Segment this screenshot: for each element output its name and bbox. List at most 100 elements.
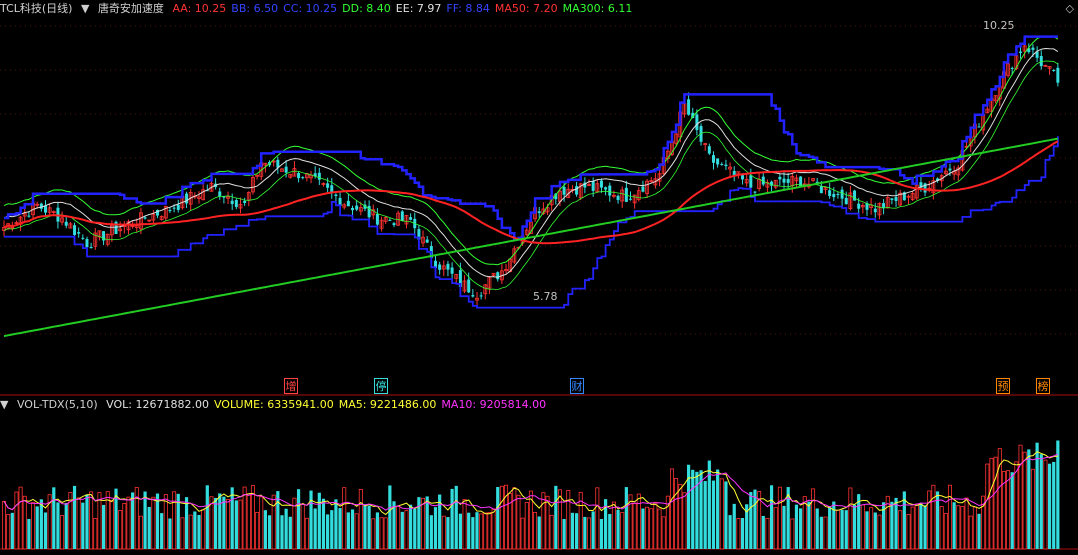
event-tag[interactable]: 预 [996,378,1010,394]
volume-bar [483,512,488,550]
volume-bar [728,515,732,549]
volume-bar [230,487,234,549]
volume-bar [782,505,786,549]
candle-body [400,211,404,221]
volume-bar [761,515,765,549]
candle-body [857,203,861,209]
volume-bar [749,492,753,549]
volume-bar [22,495,27,550]
candle-body [890,198,894,200]
volume-bar [18,486,23,550]
volume-bar [218,493,222,549]
volume-bar [238,499,243,550]
volume-bar [14,491,19,550]
volume-header: ▼ VOL-TDX(5,10) VOL: 12671882.00 VOLUME: … [0,396,556,413]
event-tag[interactable]: 停 [374,378,388,394]
candle-body [1056,67,1060,83]
volume-bar [404,510,409,550]
volume-bar [1014,461,1019,550]
volume-bar [10,512,14,549]
volume-bar [413,508,417,549]
candle-body [873,208,877,213]
candle-body [284,166,288,173]
volume-bar [409,504,413,549]
volume-bar [367,505,371,549]
indicator-params: AA: 10.25 BB: 6.50 CC: 10.25 DD: 8.40 EE: 7.… [172,2,637,15]
candle-body [732,170,736,175]
volume-bar [168,518,172,549]
volume-bar [138,515,143,550]
volume-indicator-name[interactable]: VOL-TDX(5,10) [17,398,98,411]
volume-bar [276,491,280,549]
candle-body [388,219,392,221]
volume-bar [288,516,292,549]
candle-body [1031,47,1035,50]
candle-body [1010,67,1014,69]
volume-bar [537,516,541,549]
volume-bar [919,503,923,549]
volume-bar [126,496,131,550]
volume-ma5-line [3,451,1058,516]
volume-bar [993,456,998,550]
volume-bar [214,497,218,549]
volume-bar [321,498,326,549]
volume-param: VOL: 12671882.00 [106,398,209,411]
indicator-name[interactable]: 唐奇安加速度 [98,2,164,15]
candle-body [438,264,442,270]
chart-canvas[interactable]: 10.25 5.78 [0,0,1078,555]
volume-bar [865,511,869,549]
event-tag[interactable]: 榜 [1036,378,1050,394]
candle-body [375,213,379,225]
indicator-lines [3,35,1059,338]
volume-bar [753,489,757,549]
volume-bar [338,508,342,549]
candle-body [450,267,454,274]
volume-bar [180,517,185,550]
volume-bar [39,499,43,549]
volume-bar [956,505,961,550]
event-tag[interactable]: 增 [284,378,298,394]
volume-bar [554,485,558,549]
volume-bar [188,514,193,550]
candle-body [604,187,608,190]
volume-bar [545,495,550,550]
low-price-label: 5.78 [533,290,558,303]
volume-bar [358,488,363,550]
volume-bar [815,508,819,549]
stock-label[interactable]: TCL科技(日线) [0,2,72,15]
volume-bar [342,487,347,550]
volume-bar [823,516,828,550]
volume-bar [1056,440,1060,549]
candle-body [778,176,782,180]
volume-bar [396,506,401,550]
volume-bar [516,494,521,550]
volume-bar [873,512,877,549]
indicator-param: CC: 10.25 [283,2,338,15]
volume-bar [860,504,865,550]
volume-bar [234,500,238,549]
candle-body [73,225,77,236]
volume-param: MA5: 9221486.00 [338,398,437,411]
volume-bar [43,512,48,549]
volume-bar [109,499,114,550]
volume-bar [989,457,994,550]
volume-bar [417,497,421,549]
candle-body [409,217,413,220]
volume-bar [524,502,529,550]
volume-bar [811,488,816,550]
chevron-down-icon[interactable]: ▼ [81,2,89,15]
volume-bar [807,501,811,549]
volume-bar [479,513,484,550]
volume-bar [1030,468,1035,550]
volume-bar [375,512,380,549]
indicator-param: EE: 7.97 [395,2,442,15]
event-tag[interactable]: 财 [570,378,584,394]
volume-bar [101,504,106,549]
candle-body [351,207,355,211]
volume-bar [197,514,201,549]
chevron-down-icon[interactable]: ▼ [0,398,8,411]
diamond-icon[interactable]: ◇ [1066,2,1074,15]
volume-bar [184,497,189,549]
candle-body [89,247,93,249]
candle-body [828,190,832,197]
